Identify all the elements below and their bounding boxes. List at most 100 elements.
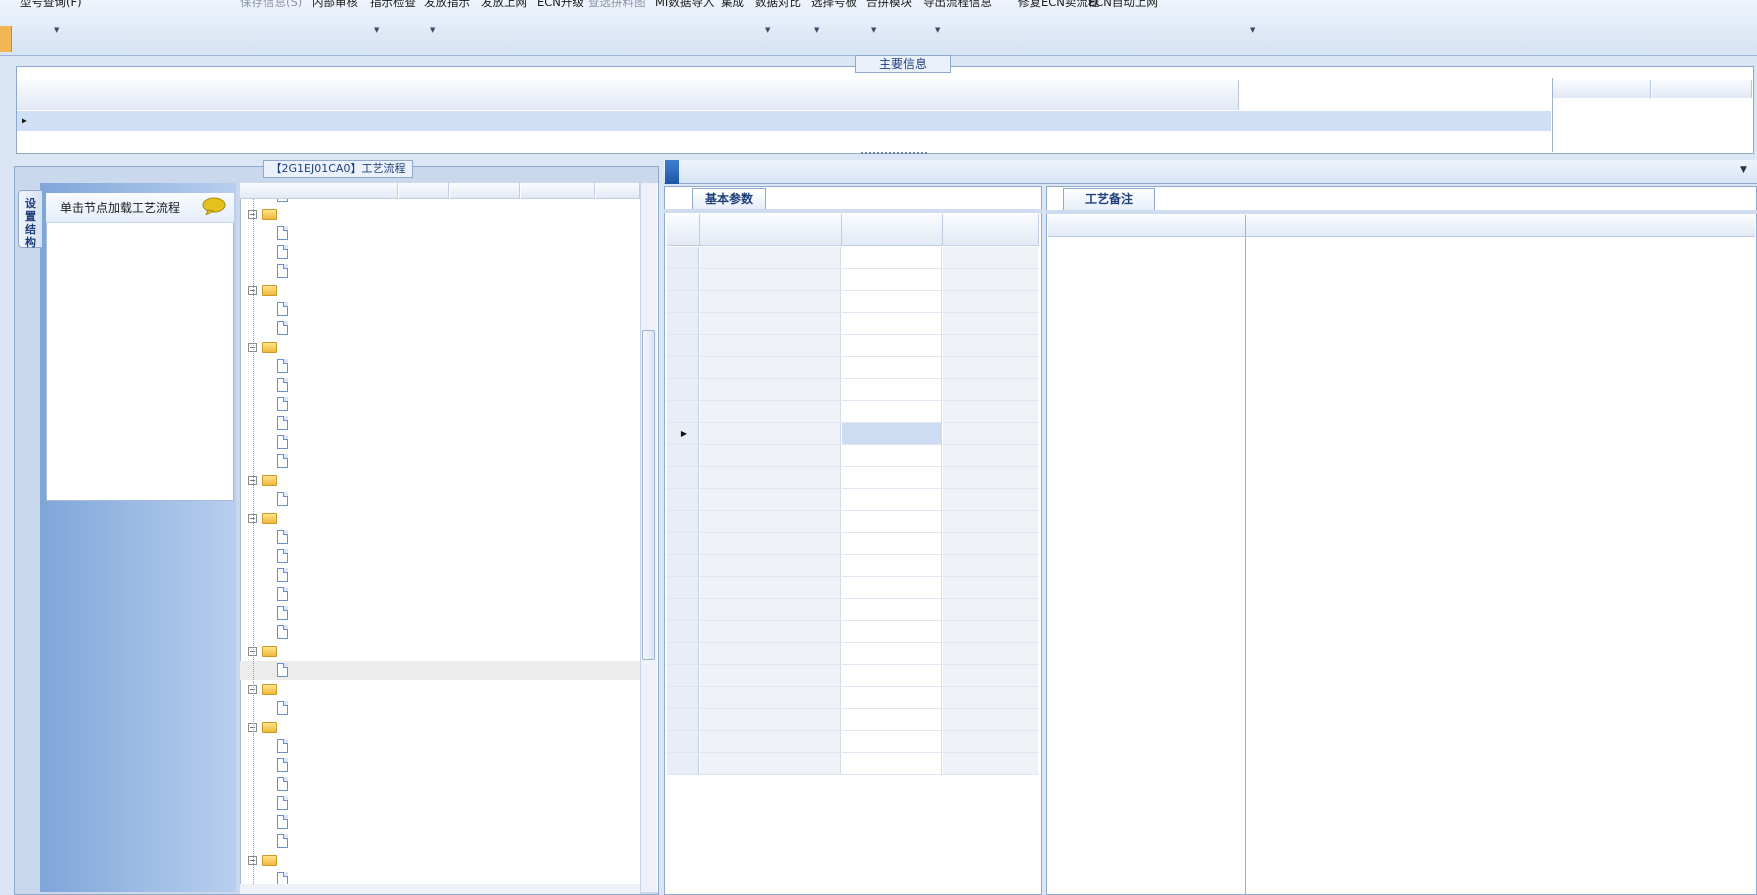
params-row[interactable] (667, 533, 1039, 555)
ribbon-button[interactable]: 发放指示 (424, 0, 470, 10)
dropdown-arrow-icon[interactable]: ▼ (374, 26, 379, 34)
tree-node-row[interactable] (240, 414, 640, 433)
notes-column-header[interactable] (1246, 215, 1755, 237)
tree-node-row[interactable] (240, 376, 640, 395)
params-row[interactable] (667, 577, 1039, 599)
tree-folder-row[interactable]: − (240, 205, 640, 224)
grid-cell[interactable] (122, 111, 125, 131)
tree-node-row[interactable] (240, 243, 640, 262)
ribbon-button[interactable]: 内部审核 (312, 0, 358, 10)
ribbon-button[interactable]: 发放上网 (481, 0, 527, 10)
tree-node-row[interactable] (240, 623, 640, 642)
params-row[interactable] (667, 621, 1039, 643)
tree-node-row[interactable] (240, 357, 640, 376)
param-value[interactable] (842, 291, 942, 312)
tree-node-row[interactable] (240, 775, 640, 794)
notes-column-header[interactable] (1048, 215, 1245, 237)
grid-column-header[interactable] (539, 80, 582, 110)
grid-column-header[interactable] (760, 80, 829, 110)
side-column-header[interactable] (1553, 80, 1651, 98)
tab-2[interactable] (806, 160, 820, 184)
tree-folder-row[interactable]: − (240, 338, 640, 357)
grid-cell[interactable] (697, 111, 700, 131)
params-row[interactable] (667, 313, 1039, 335)
params-column-header[interactable] (700, 214, 842, 246)
params-row[interactable] (667, 665, 1039, 687)
tree-folder-row[interactable]: − (240, 680, 640, 699)
params-row[interactable] (667, 357, 1039, 379)
params-row[interactable] (667, 445, 1039, 467)
dropdown-arrow-icon[interactable]: ▼ (1250, 26, 1255, 34)
params-row[interactable] (667, 379, 1039, 401)
dropdown-arrow-icon[interactable]: ▼ (814, 26, 819, 34)
grid-cell[interactable] (947, 111, 950, 131)
param-value[interactable] (842, 731, 942, 752)
tree-node-row[interactable] (240, 452, 640, 471)
param-value[interactable] (842, 555, 942, 576)
grid-column-header[interactable] (216, 80, 331, 110)
params-row[interactable] (667, 599, 1039, 621)
params-row[interactable] (667, 555, 1039, 577)
ribbon-button[interactable]: 数据对比 (755, 0, 801, 10)
tab-0[interactable] (665, 160, 679, 184)
tab-dropdown-icon[interactable]: ▼ (1740, 165, 1747, 175)
dropdown-arrow-icon[interactable]: ▼ (430, 26, 435, 34)
params-row[interactable] (667, 247, 1039, 269)
grid-column-header[interactable] (945, 80, 978, 110)
grid-column-header[interactable] (496, 80, 541, 110)
tree-folder-row[interactable]: − (240, 509, 640, 528)
param-value[interactable] (842, 335, 942, 356)
grid-cell[interactable] (762, 111, 765, 131)
tree-folder-row[interactable]: − (240, 718, 640, 737)
tree-node-row[interactable] (240, 870, 640, 884)
tree-node-row[interactable] (240, 566, 640, 585)
tree-column-header[interactable] (399, 183, 449, 199)
grid-cell[interactable] (428, 111, 431, 131)
dropdown-arrow-icon[interactable]: ▼ (935, 26, 940, 34)
tree-node-row[interactable] (240, 490, 640, 509)
tree-column-header[interactable] (596, 183, 640, 199)
tree-node-row[interactable] (240, 547, 640, 566)
tree-node-row[interactable] (240, 832, 640, 851)
structure-vertical-tab[interactable]: 设置结构 (18, 190, 42, 249)
main-info-selected-row[interactable] (17, 111, 1551, 131)
grid-cell[interactable] (365, 111, 368, 131)
ribbon-button[interactable]: ECN升级 (537, 0, 584, 10)
param-value[interactable] (842, 687, 942, 708)
grid-column-header[interactable] (976, 80, 1075, 110)
tree-folder-row[interactable]: − (240, 851, 640, 870)
param-value[interactable] (842, 313, 942, 334)
ribbon-button[interactable]: 集成 (721, 0, 744, 10)
grid-column-header[interactable] (329, 80, 362, 110)
param-value[interactable] (842, 599, 942, 620)
tree-body[interactable]: − − − − − − − − − (240, 199, 640, 884)
ribbon-button[interactable]: 合拼模块 (866, 0, 912, 10)
grid-column-header[interactable] (1179, 80, 1239, 110)
tree-column-header[interactable] (450, 183, 520, 199)
grid-column-header[interactable] (426, 80, 498, 110)
param-value[interactable] (842, 269, 942, 290)
splitter-handle[interactable] (861, 152, 927, 158)
param-value[interactable] (842, 489, 942, 510)
param-value[interactable] (842, 379, 942, 400)
param-value[interactable] (842, 709, 942, 730)
tree-node-row[interactable] (240, 224, 640, 243)
tree-folder-row[interactable]: − (240, 471, 640, 490)
tree-scroll-thumb[interactable] (642, 330, 655, 660)
grid-cell[interactable] (577, 111, 580, 131)
params-row[interactable] (667, 643, 1039, 665)
dropdown-arrow-icon[interactable]: ▼ (54, 26, 59, 34)
grid-column-header[interactable] (891, 80, 947, 110)
tree-column-header[interactable] (240, 183, 398, 199)
ribbon-button[interactable]: ECN自动上网 (1088, 0, 1158, 10)
tree-node-row[interactable] (240, 756, 640, 775)
grid-column-header[interactable] (580, 80, 696, 110)
params-row[interactable] (667, 401, 1039, 423)
grid-cell[interactable] (52, 111, 55, 131)
params-row[interactable] (667, 731, 1039, 753)
param-value[interactable] (842, 401, 942, 422)
param-value[interactable] (842, 445, 942, 466)
tree-node-row[interactable] (240, 604, 640, 623)
tree-node-row[interactable] (240, 737, 640, 756)
params-row[interactable] (667, 489, 1039, 511)
